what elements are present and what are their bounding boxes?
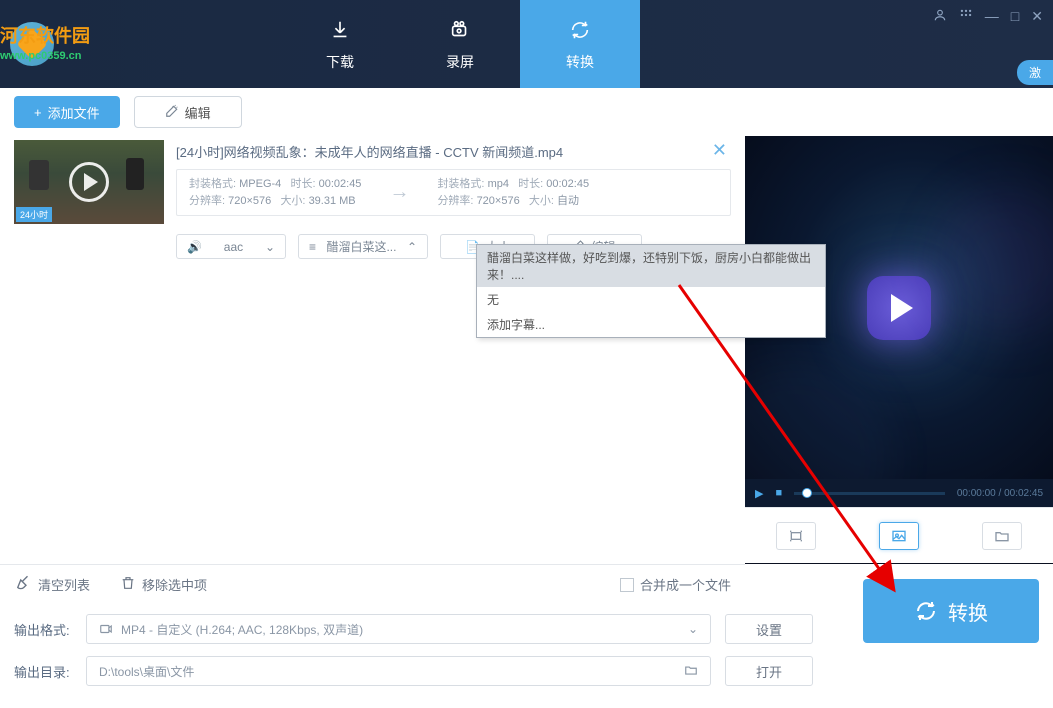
folder-button[interactable] <box>982 522 1022 550</box>
file-info: [24小时]网络视频乱象：未成年人的网络直播 - CCTV 新闻频道.mp4 封… <box>176 140 731 224</box>
add-file-label: 添加文件 <box>48 103 100 122</box>
minimize-icon[interactable]: — <box>985 8 999 25</box>
subtitle-dropdown[interactable]: ≡ 醋溜白菜这... ⌃ <box>298 234 428 259</box>
activate-button[interactable]: 激 <box>1017 60 1053 85</box>
edit-button[interactable]: 编辑 <box>134 96 242 128</box>
add-file-button[interactable]: + 添加文件 <box>14 96 120 128</box>
player-controls: ▶ ■ 00:00:00 / 00:02:45 <box>745 479 1053 507</box>
stop-button[interactable]: ■ <box>775 487 782 499</box>
nav-tabs: 下载 录屏 转换 <box>280 0 640 88</box>
preview-tools <box>745 507 1053 563</box>
tab-convert[interactable]: 转换 <box>520 0 640 88</box>
chevron-down-icon: ⌄ <box>265 240 275 254</box>
preview-panel: ▶ ■ 00:00:00 / 00:02:45 <box>745 136 1053 564</box>
dropdown-option[interactable]: 添加字幕... <box>477 312 825 337</box>
output-dir-label: 输出目录: <box>14 662 72 681</box>
tab-convert-label: 转换 <box>566 52 594 72</box>
audio-icon: 🔊 <box>187 240 202 254</box>
output-format-label: 输出格式: <box>14 620 72 639</box>
refresh-icon <box>914 599 938 623</box>
output-format-select[interactable]: MP4 - 自定义 (H.264; AAC, 128Kbps, 双声道) ⌄ <box>86 614 711 644</box>
toolbar: + 添加文件 编辑 <box>0 88 1053 136</box>
subtitle-dropdown-panel: 醋溜白菜这样做，好吃到爆，还特别下饭，厨房小白都能做出来！.... 无 添加字幕… <box>476 244 826 338</box>
tab-download[interactable]: 下载 <box>280 0 400 88</box>
app-header: 河东软件园 www.pc0359.cn 下载 录屏 转换 <box>0 0 1053 88</box>
settings-button[interactable]: 设置 <box>725 614 813 644</box>
convert-icon <box>569 17 591 48</box>
time-display: 00:00:00 / 00:02:45 <box>957 488 1043 499</box>
remove-selected-button[interactable]: 移除选中项 <box>120 575 207 594</box>
dropdown-option[interactable]: 无 <box>477 287 825 312</box>
play-button[interactable]: ▶ <box>755 487 763 500</box>
subtitle-icon: ≡ <box>309 240 316 254</box>
window-controls: — □ ✕ <box>933 8 1043 25</box>
chevron-down-icon: ⌄ <box>688 622 698 636</box>
content-area: 24小时 [24小时]网络视频乱象：未成年人的网络直播 - CCTV 新闻频道.… <box>0 136 1053 564</box>
folder-icon <box>684 663 698 680</box>
remove-file-icon[interactable]: ✕ <box>712 140 727 161</box>
edit-label: 编辑 <box>185 103 211 122</box>
tab-record[interactable]: 录屏 <box>400 0 520 88</box>
user-icon[interactable] <box>933 8 947 25</box>
clear-list-button[interactable]: 清空列表 <box>14 574 90 595</box>
close-icon[interactable]: ✕ <box>1031 8 1043 25</box>
file-meta: 封装格式: MPEG-4 时长: 00:02:45 分辨率: 720×576 大… <box>176 169 731 216</box>
preview-play-icon <box>867 276 931 340</box>
audio-dropdown[interactable]: 🔊 aac ⌄ <box>176 234 286 259</box>
source-meta: 封装格式: MPEG-4 时长: 00:02:45 分辨率: 720×576 大… <box>189 176 361 209</box>
logo-area: 河东软件园 www.pc0359.cn <box>0 22 180 66</box>
file-title: [24小时]网络视频乱象：未成年人的网络直播 - CCTV 新闻频道.mp4 <box>176 140 731 169</box>
dest-meta: 封装格式: mp4 时长: 00:02:45 分辨率: 720×576 大小: … <box>437 176 589 209</box>
watermark-line1: 河东软件园 <box>0 26 90 46</box>
record-icon <box>449 17 471 48</box>
plus-icon: + <box>34 105 42 120</box>
maximize-icon[interactable]: □ <box>1011 8 1019 25</box>
wand-icon <box>165 104 179 121</box>
thumb-label: 24小时 <box>16 207 52 222</box>
snapshot-button[interactable] <box>879 522 919 550</box>
watermark-line2: www.pc0359.cn <box>0 50 82 62</box>
video-thumbnail[interactable]: 24小时 <box>14 140 164 224</box>
watermark: 河东软件园 www.pc0359.cn <box>0 22 90 48</box>
broom-icon <box>14 574 32 595</box>
download-icon <box>329 17 351 48</box>
merge-checkbox[interactable] <box>620 578 634 592</box>
tab-record-label: 录屏 <box>446 52 474 72</box>
file-item[interactable]: 24小时 [24小时]网络视频乱象：未成年人的网络直播 - CCTV 新闻频道.… <box>14 140 731 224</box>
video-icon <box>99 622 113 636</box>
file-list: 24小时 [24小时]网络视频乱象：未成年人的网络直播 - CCTV 新闻频道.… <box>0 136 745 564</box>
play-overlay-icon <box>69 162 109 202</box>
progress-bar[interactable] <box>794 492 945 495</box>
progress-thumb[interactable] <box>802 488 812 498</box>
tab-download-label: 下载 <box>326 52 354 72</box>
convert-button[interactable]: 转换 <box>863 579 1039 643</box>
fullscreen-button[interactable] <box>776 522 816 550</box>
arrow-right-icon: → <box>389 181 409 204</box>
list-footer: 清空列表 移除选中项 合并成一个文件 <box>0 564 745 604</box>
chevron-up-icon: ⌃ <box>407 240 417 254</box>
dropdown-option[interactable]: 醋溜白菜这样做，好吃到爆，还特别下饭，厨房小白都能做出来！.... <box>477 245 825 287</box>
trash-icon <box>120 575 136 594</box>
menu-icon[interactable] <box>959 8 973 25</box>
merge-option[interactable]: 合并成一个文件 <box>620 575 731 594</box>
